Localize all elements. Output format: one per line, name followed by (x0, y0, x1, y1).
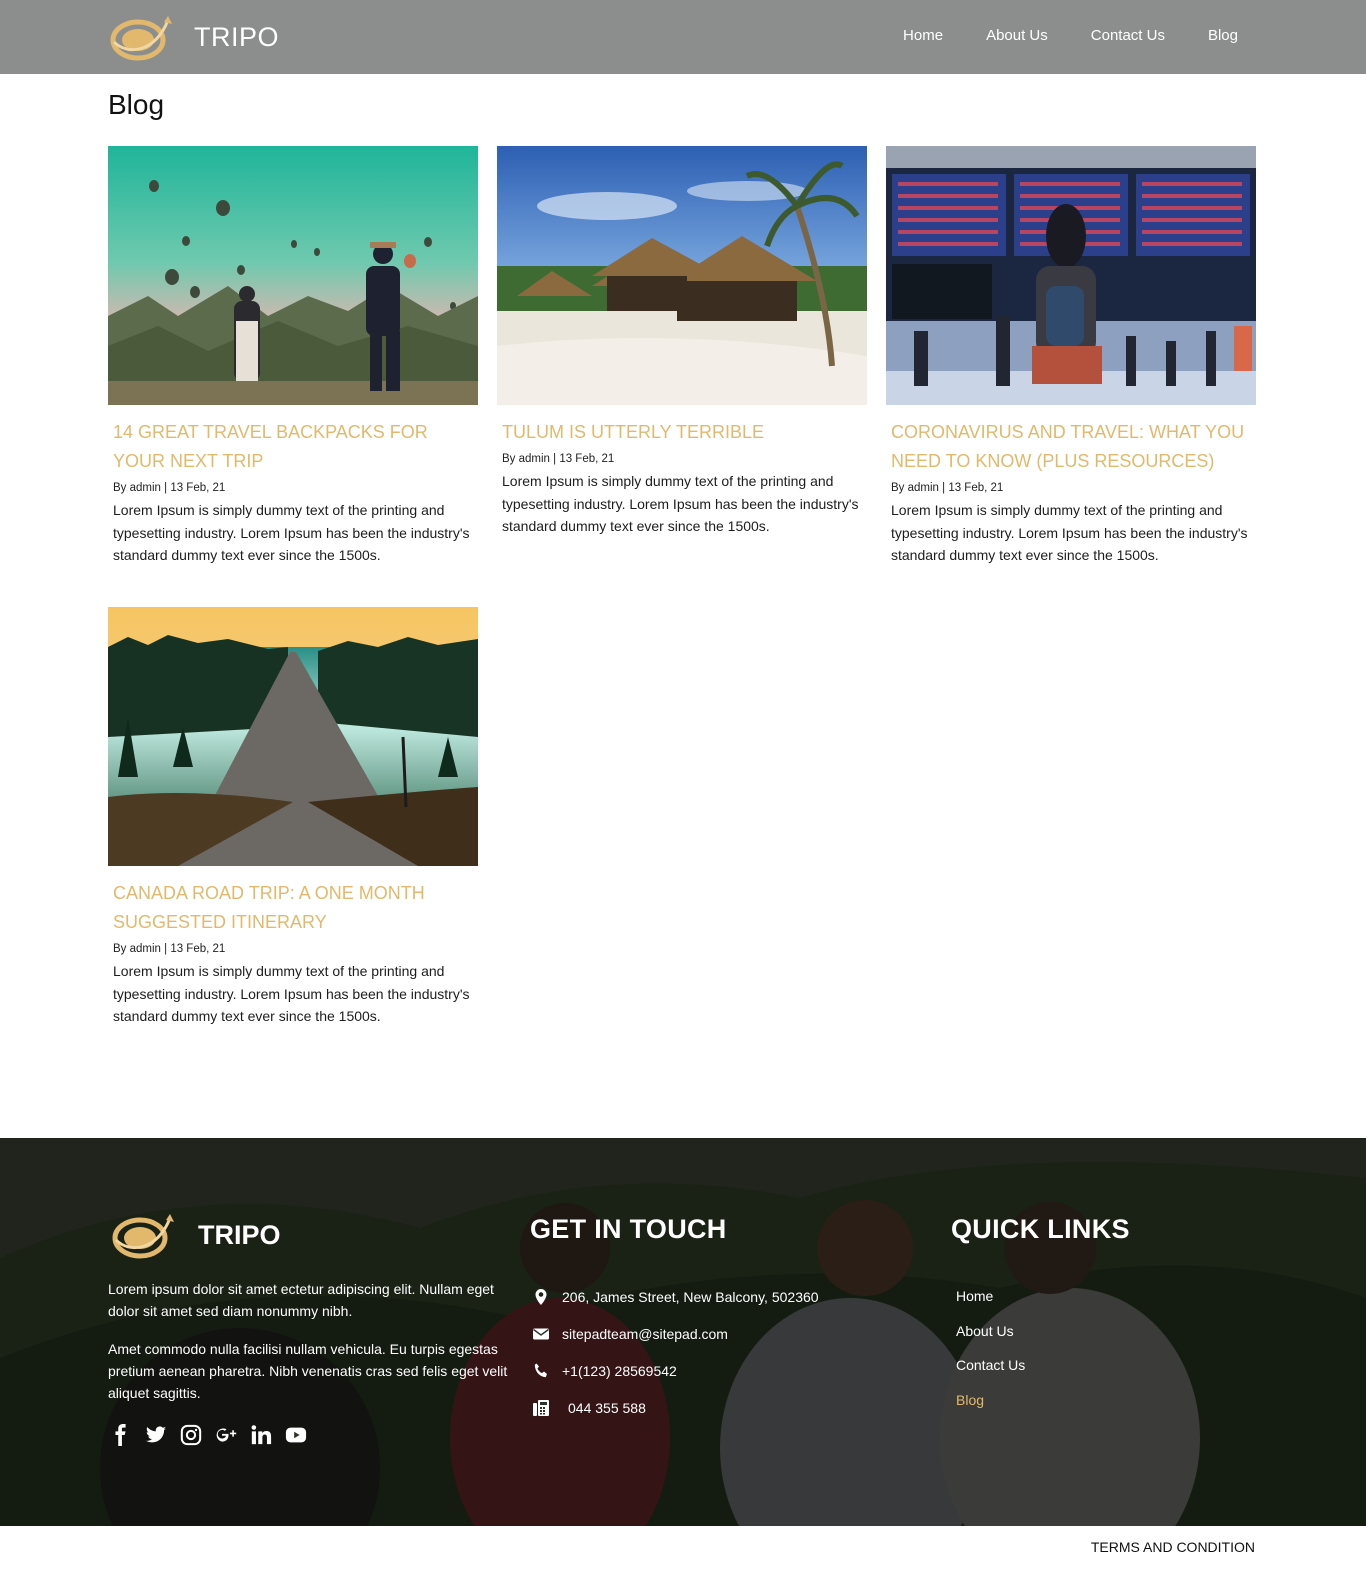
contact-address: 206, James Street, New Balcony, 502360 (530, 1278, 819, 1315)
post-image-road[interactable] (108, 607, 478, 866)
post-meta: By admin | 13 Feb, 21 (502, 453, 615, 465)
post-meta: By admin | 13 Feb, 21 (891, 482, 1004, 494)
footer-link-contact[interactable]: Contact Us (956, 1357, 1130, 1392)
contact-heading: GET IN TOUCH (530, 1214, 727, 1244)
post-title[interactable]: CORONAVIRUS AND TRAVEL: WHAT YOU NEED TO… (891, 418, 1251, 476)
footer-brand-name: TRIPO (198, 1219, 281, 1250)
footer-logo[interactable]: TRIPO (110, 1210, 281, 1260)
post-meta: By admin | 13 Feb, 21 (113, 482, 226, 494)
post-image-airport[interactable] (886, 146, 1256, 405)
logo-icon (112, 1214, 174, 1259)
footer-link-blog[interactable]: Blog (956, 1392, 1130, 1427)
post-meta: By admin | 13 Feb, 21 (113, 943, 226, 955)
nav-home[interactable]: Home (903, 27, 943, 44)
main-nav: Home About Us Contact Us Blog (903, 27, 1238, 44)
blog-card: CORONAVIRUS AND TRAVEL: WHAT YOU NEED TO… (886, 146, 1256, 567)
logo-icon (110, 16, 172, 61)
brand-name: TRIPO (194, 21, 280, 52)
blog-card: CANADA ROAD TRIP: A ONE MONTH SUGGESTED … (108, 607, 478, 1028)
facebook-icon[interactable] (110, 1424, 132, 1446)
page-title: Blog (108, 89, 165, 120)
map-pin-icon (530, 1287, 552, 1307)
twitter-icon[interactable] (145, 1424, 167, 1446)
site-logo[interactable]: TRIPO (108, 12, 279, 62)
quick-links-section: QUICK LINKS Home About Us Contact Us Blo… (951, 1214, 1130, 1426)
post-title[interactable]: TULUM IS UTTERLY TERRIBLE (502, 418, 862, 447)
nav-contact[interactable]: Contact Us (1091, 27, 1165, 44)
contact-address-text: 206, James Street, New Balcony, 502360 (562, 1288, 819, 1305)
footer-link-about[interactable]: About Us (956, 1323, 1130, 1358)
contact-phone-text[interactable]: +1(123) 28569542 (562, 1363, 677, 1379)
google-plus-icon[interactable] (215, 1424, 237, 1446)
footer-about-text-1: Lorem ipsum dolor sit amet ectetur adipi… (108, 1281, 494, 1319)
social-links (110, 1424, 307, 1446)
contact-fax: 044 355 588 (530, 1389, 819, 1426)
contact-phone[interactable]: +1(123) 28569542 (530, 1352, 819, 1389)
fax-icon (530, 1398, 552, 1418)
bottom-bar: TERMS AND CONDITION (0, 1526, 1366, 1572)
instagram-icon[interactable] (180, 1424, 202, 1446)
post-image-beach[interactable] (497, 146, 867, 405)
site-header: TRIPO Home About Us Contact Us Blog (0, 0, 1366, 74)
site-footer: TRIPO Lorem ipsum dolor sit amet ectetur… (0, 1138, 1366, 1526)
contact-section: GET IN TOUCH 206, James Street, New Balc… (530, 1214, 819, 1426)
nav-blog[interactable]: Blog (1208, 27, 1238, 44)
contact-fax-text: 044 355 588 (568, 1399, 646, 1416)
phone-icon (530, 1361, 552, 1381)
nav-about[interactable]: About Us (986, 27, 1048, 44)
post-image-balloons[interactable] (108, 146, 478, 405)
footer-link-home[interactable]: Home (956, 1288, 1130, 1323)
envelope-icon (530, 1324, 552, 1344)
terms-link[interactable]: TERMS AND CONDITION (1091, 1539, 1255, 1555)
linkedin-icon[interactable] (250, 1424, 272, 1446)
youtube-icon[interactable] (285, 1424, 307, 1446)
post-title[interactable]: 14 GREAT TRAVEL BACKPACKS FOR YOUR NEXT … (113, 418, 473, 476)
post-title[interactable]: CANADA ROAD TRIP: A ONE MONTH SUGGESTED … (113, 879, 473, 937)
blog-card: 14 GREAT TRAVEL BACKPACKS FOR YOUR NEXT … (108, 146, 478, 567)
quick-links-heading: QUICK LINKS (951, 1214, 1130, 1244)
post-excerpt: Lorem Ipsum is simply dummy text of the … (113, 963, 470, 1024)
blog-card: TULUM IS UTTERLY TERRIBLE By admin | 13 … (497, 146, 867, 538)
post-excerpt: Lorem Ipsum is simply dummy text of the … (113, 502, 470, 563)
contact-email-text[interactable]: sitepadteam@sitepad.com (562, 1326, 728, 1342)
footer-about-text-2: Amet commodo nulla facilisi nullam vehic… (108, 1341, 508, 1401)
post-excerpt: Lorem Ipsum is simply dummy text of the … (502, 473, 859, 534)
post-excerpt: Lorem Ipsum is simply dummy text of the … (891, 502, 1248, 563)
footer-about: Lorem ipsum dolor sit amet ectetur adipi… (108, 1278, 516, 1404)
contact-email[interactable]: sitepadteam@sitepad.com (530, 1315, 819, 1352)
